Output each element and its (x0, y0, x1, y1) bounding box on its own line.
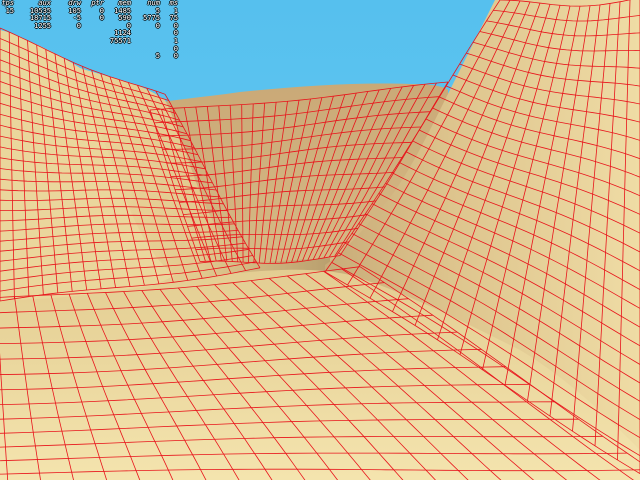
hud-value: 1255 (34, 21, 51, 30)
hud-value: 0 (99, 14, 104, 23)
terrain-viewport[interactable] (0, 0, 640, 480)
hud-value: 15 (5, 6, 14, 15)
hud-value: 75571 (109, 37, 131, 45)
debug-stats-overlay: fps aux drw ptr mem num ms 15 10535 105 0 1485 5 1 187… (0, 0, 180, 70)
hud-value: 0 (76, 21, 81, 30)
hud-value: 0 (173, 52, 178, 61)
